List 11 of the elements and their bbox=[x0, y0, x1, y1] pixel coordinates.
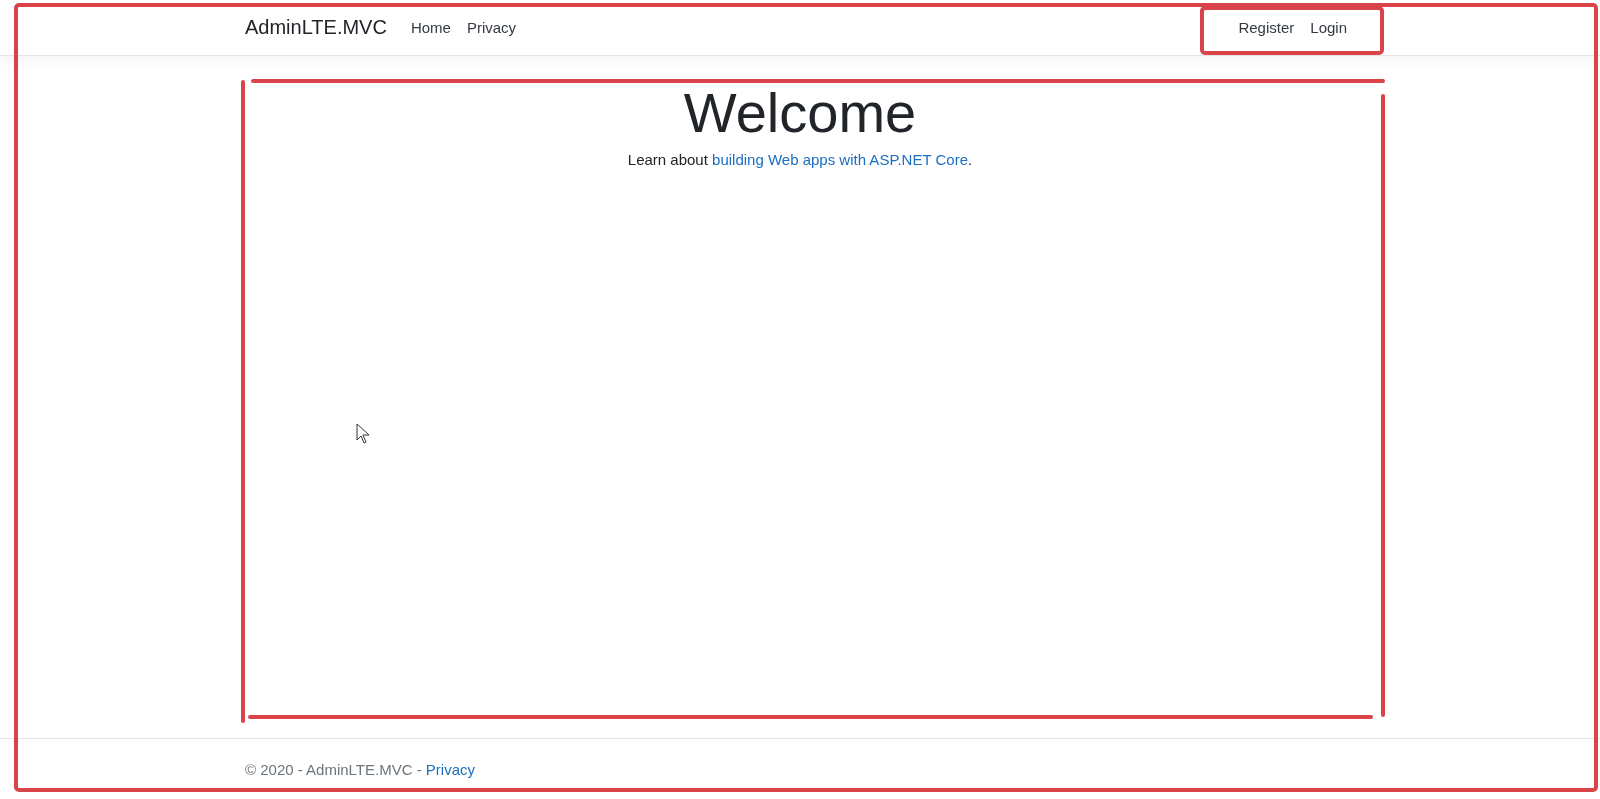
nav-link[interactable]: Privacy bbox=[458, 11, 525, 44]
nav-link[interactable]: Home bbox=[402, 11, 459, 44]
cursor-icon bbox=[356, 423, 370, 444]
nav-link[interactable]: Login bbox=[1302, 11, 1355, 44]
privacy-link[interactable]: Privacy bbox=[425, 760, 476, 778]
brand-link[interactable]: AdminLTE.MVC bbox=[245, 16, 387, 39]
intro-text: Learn about building Web apps with ASP.NET Core. bbox=[627, 150, 973, 168]
welcome-heading: Welcome bbox=[683, 84, 917, 143]
nav-link[interactable]: Register bbox=[1230, 11, 1303, 44]
docs-link[interactable]: building Web apps with ASP.NET Core bbox=[712, 150, 969, 168]
copyright-text: © 2020 - AdminLTE.MVC - Privacy bbox=[245, 760, 476, 778]
